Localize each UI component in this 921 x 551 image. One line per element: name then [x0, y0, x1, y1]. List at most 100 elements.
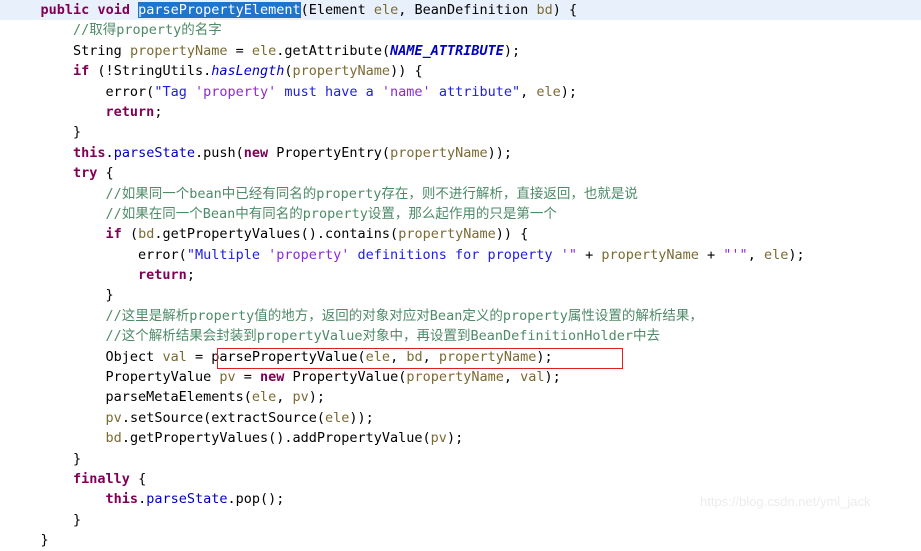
code-line[interactable]: //如果在同一个Bean中有同名的property设置，那么起作用的只是第一个: [0, 204, 921, 224]
code-line[interactable]: PropertyValue pv = new PropertyValue(pro…: [0, 367, 921, 387]
code-token-par: propertyName: [601, 246, 699, 263]
code-token-par: propertyName: [390, 144, 488, 161]
code-token-kw: new: [243, 144, 269, 161]
code-line[interactable]: parseMetaElements(ele, pv);: [0, 387, 921, 407]
code-line[interactable]: public void parsePropertyElement(Element…: [0, 0, 921, 21]
code-token-plain: );: [503, 42, 521, 59]
code-token-str: "Multiple: [186, 246, 269, 263]
code-token-type: Element: [308, 2, 366, 18]
code-token-plain: }: [8, 124, 82, 141]
code-token-plain: }: [8, 287, 114, 304]
code-line[interactable]: }: [0, 530, 921, 550]
code-line[interactable]: }: [0, 449, 921, 469]
code-token-str: attribute": [430, 83, 521, 100]
code-line[interactable]: this.parseState.push(new PropertyEntry(p…: [0, 143, 921, 163]
code-line[interactable]: }: [0, 285, 921, 305]
code-token-type: PropertyValue: [105, 369, 212, 386]
code-token-cmt: //如果同一个bean中已经有同名的property存在，则不进行解析，直接返回…: [8, 185, 638, 202]
code-line[interactable]: if (!StringUtils.hasLength(propertyName)…: [0, 61, 921, 81]
code-token-par: ele: [373, 2, 399, 18]
code-token-par: propertyName: [438, 348, 537, 365]
code-line[interactable]: finally {: [0, 469, 921, 489]
code-token-plain: {: [129, 470, 147, 487]
code-token-sel[interactable]: parsePropertyElement: [138, 2, 301, 18]
code-token-plain: PropertyValue(: [284, 369, 407, 386]
code-token-plain: =: [235, 369, 261, 386]
code-line[interactable]: }: [0, 122, 921, 142]
code-token-str: must have a: [276, 83, 382, 100]
watermark-text: https://blog.csdn.net/yml_jack: [700, 494, 871, 509]
code-token-plain: ,: [422, 348, 439, 365]
code-line[interactable]: bd.getPropertyValues().addPropertyValue(…: [0, 428, 921, 448]
code-line[interactable]: error("Tag 'property' must have a 'name'…: [0, 82, 921, 102]
code-token-plain: .: [203, 63, 212, 80]
code-token-plain: .push(: [194, 144, 244, 161]
code-line[interactable]: //这里是解析property值的地方，返回的对象对应对Bean定义的prope…: [0, 306, 921, 326]
code-token-par: pv: [219, 369, 236, 386]
code-token-plain: ,: [276, 389, 293, 406]
code-token-par: pv: [105, 409, 122, 426]
code-token-stat: hasLength: [211, 63, 285, 80]
code-token-plain: (: [121, 226, 139, 243]
code-token-plain: ) {: [552, 2, 578, 18]
code-token-type: String: [73, 42, 122, 59]
code-token-plain: (!: [89, 63, 114, 80]
code-token-str: definitions for property: [349, 246, 561, 263]
code-line[interactable]: return;: [0, 265, 921, 285]
code-token-par: ele: [251, 42, 277, 59]
code-token-plain: +: [576, 246, 602, 263]
code-token-plain: (: [300, 2, 309, 18]
code-token-plain: =: [227, 42, 252, 59]
code-line[interactable]: return;: [0, 102, 921, 122]
code-line[interactable]: //如果同一个bean中已经有同名的property存在，则不进行解析，直接返回…: [0, 184, 921, 204]
code-token-type: Object: [105, 348, 155, 365]
code-token-kw: if: [73, 63, 90, 80]
code-token-par: propertyName: [406, 369, 504, 386]
code-content[interactable]: public void parsePropertyElement(Element…: [0, 0, 921, 551]
code-token-plain: (: [284, 63, 293, 80]
code-token-par: val: [162, 348, 187, 365]
code-token-kw: return: [138, 267, 187, 284]
code-line[interactable]: error("Multiple 'property' definitions f…: [0, 245, 921, 265]
code-line[interactable]: try {: [0, 163, 921, 183]
code-token-kw: try: [73, 165, 98, 182]
code-token-plain: }: [8, 532, 49, 549]
code-token-plain: );: [536, 348, 553, 365]
code-token-plain: .setSource(extractSource(: [121, 409, 326, 426]
code-token-plain: .: [105, 144, 114, 161]
code-line[interactable]: //这个解析结果会封装到propertyValue对象中，再设置到BeanDef…: [0, 326, 921, 346]
code-token-strq: 'property': [268, 246, 350, 263]
code-line[interactable]: String propertyName = ele.getAttribute(N…: [0, 41, 921, 61]
code-token-plain: );: [308, 389, 326, 406]
code-token-kw: this: [73, 144, 106, 161]
code-token-plain: )) {: [495, 226, 529, 243]
code-token-plain: );: [560, 83, 578, 100]
code-editor[interactable]: public void parsePropertyElement(Element…: [0, 0, 921, 548]
code-line[interactable]: if (bd.getPropertyValues().contains(prop…: [0, 224, 921, 244]
code-token-cmt: //这个解析结果会封装到propertyValue对象中，再设置到BeanDef…: [8, 328, 661, 345]
code-token-strq: '": [560, 246, 577, 263]
code-token-plain: PropertyEntry(: [268, 144, 391, 161]
code-token-par: propertyName: [129, 42, 228, 59]
code-line[interactable]: Object val = parsePropertyValue(ele, bd,…: [0, 347, 921, 367]
code-token-type: BeanDefinition: [414, 2, 529, 18]
code-line[interactable]: pv.setSource(extractSource(ele));: [0, 408, 921, 428]
code-token-kw: void: [97, 2, 130, 18]
code-line[interactable]: }: [0, 510, 921, 530]
code-token-plain: );: [544, 369, 561, 386]
code-token-par: ele: [251, 389, 277, 406]
code-line[interactable]: //取得property的名字: [0, 20, 921, 40]
code-token-par: propertyName: [292, 63, 391, 80]
